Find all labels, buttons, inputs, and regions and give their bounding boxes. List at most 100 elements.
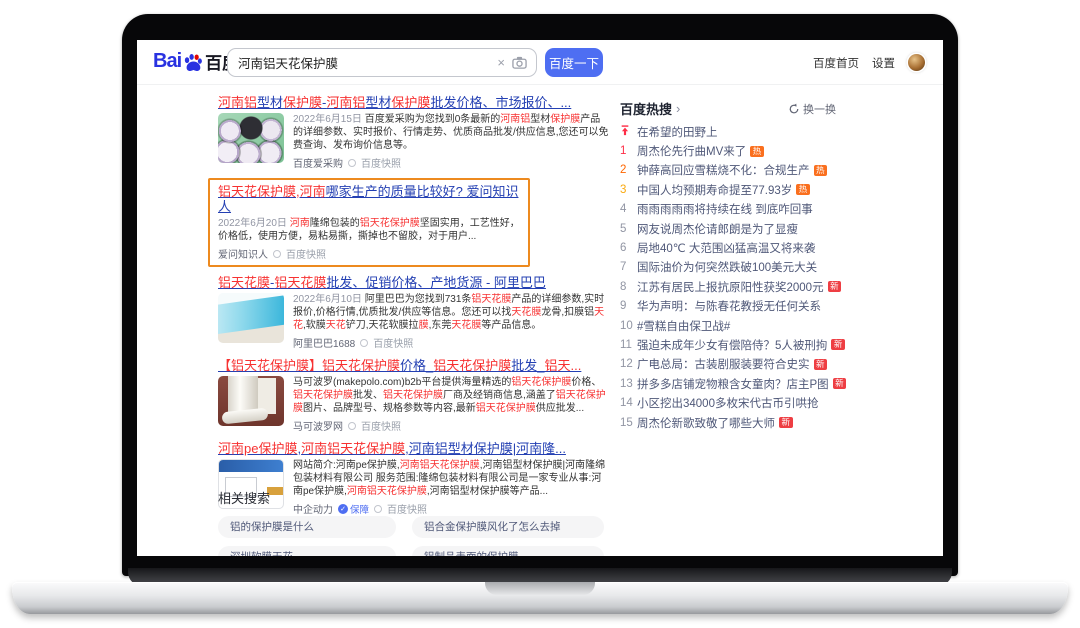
- hot-rank: 11: [620, 339, 637, 351]
- related-search-pill[interactable]: 铝制品表面的保护膜: [412, 546, 604, 556]
- hot-search-item[interactable]: 1周杰伦先行曲MV来了热: [620, 141, 870, 160]
- related-searches-section: 相关搜索 铝的保护膜是什么铝合金保护膜风化了怎么去掉深圳软膜天花 铝制品表面的保护…: [218, 488, 618, 556]
- hot-search-item[interactable]: 8江苏有居民上报抗原阳性获奖2000元新: [620, 277, 870, 296]
- related-searches-grid: 铝的保护膜是什么铝合金保护膜风化了怎么去掉深圳软膜天花 铝制品表面的保护膜: [218, 516, 618, 556]
- search-input[interactable]: 河南铝天花保护膜: [228, 53, 490, 72]
- hot-item-text: 华为声明：与陈春花教授无任何关系: [637, 298, 821, 314]
- related-search-pill[interactable]: 深圳软膜天花: [218, 546, 396, 556]
- result-title-link[interactable]: 铝天花保护膜,河南哪家生产的质量比较好? 爱问知识人: [218, 184, 520, 214]
- result-title-link[interactable]: 【铝天花保护膜】铝天花保护膜价格_铝天花保护膜批发_铝天...: [218, 358, 610, 373]
- result-body-row: 马可波罗(makepolo.com)b2b平台提供海量精选的铝天花保护膜价格、铝…: [218, 376, 610, 433]
- related-search-pill[interactable]: 铝的保护膜是什么: [218, 516, 396, 538]
- hot-rank: 2: [620, 164, 637, 176]
- result-source-row: 马可波罗网百度快照: [293, 418, 610, 433]
- result-thumbnail[interactable]: [218, 113, 284, 163]
- hot-item-text: 在希望的田野上: [637, 124, 718, 140]
- pinned-top-icon: [620, 125, 630, 136]
- hot-item-text: 局地40℃ 大范围凶猛高温又将来袭: [637, 240, 815, 256]
- result-source-label: 百度爱采购: [293, 155, 343, 170]
- logo-text-bai: Bai: [153, 50, 181, 73]
- snapshot-link[interactable]: 百度快照: [361, 155, 401, 170]
- refresh-icon: [788, 103, 800, 115]
- hot-search-item[interactable]: 14小区挖出34000多枚宋代古币引哄抢: [620, 393, 870, 412]
- hot-item-text: #雪糕自由保卫战#: [637, 318, 730, 334]
- hot-hot-badge: 热: [750, 146, 764, 157]
- hot-rank: 5: [620, 223, 637, 235]
- result-description: 2022年6月10日 阿里巴巴为您找到731条铝天花膜产品的详细参数,实时报价,…: [293, 293, 610, 332]
- hot-item-text: 强迫未成年少女有偿陪侍？5人被刑拘: [637, 337, 827, 353]
- hot-search-item[interactable]: 12广电总局：古装剧服装要符合史实新: [620, 355, 870, 374]
- hot-rank: [620, 125, 637, 139]
- snapshot-link[interactable]: 百度快照: [373, 335, 413, 350]
- result-body: 2022年6月15日 百度爱采购为您找到0条最新的河南铝型材保护膜产品的详细参数…: [293, 113, 610, 170]
- hot-rank: 6: [620, 242, 637, 254]
- hot-rank: 7: [620, 261, 637, 273]
- search-button[interactable]: 百度一下: [545, 48, 603, 77]
- nav-settings[interactable]: 设置: [872, 55, 895, 71]
- hot-search-item[interactable]: 10#雪糕自由保卫战#: [620, 316, 870, 335]
- refresh-hot-search-button[interactable]: 换一换: [788, 101, 836, 117]
- hot-rank: 1: [620, 145, 637, 157]
- hot-search-item[interactable]: 4雨雨雨雨雨将持续在线 到底咋回事: [620, 200, 870, 219]
- laptop-base: [12, 582, 1068, 614]
- hot-item-text: 广电总局：古装剧服装要符合史实: [637, 356, 810, 372]
- hot-rank: 3: [620, 184, 637, 196]
- hot-search-item[interactable]: 15周杰伦新歌致敬了哪些大师新: [620, 413, 870, 432]
- hot-search-item[interactable]: 3中国人均预期寿命提至77.93岁热: [620, 180, 870, 199]
- hot-search-item[interactable]: 在希望的田野上: [620, 122, 870, 141]
- result-title-link[interactable]: 铝天花膜-铝天花膜批发、促销价格、产地货源 - 阿里巴巴: [218, 275, 610, 290]
- hot-hot-badge: 热: [796, 184, 810, 195]
- search-box[interactable]: 河南铝天花保护膜 ×: [227, 48, 537, 77]
- hot-search-item[interactable]: 2钟薛高回应雪糕烧不化：合规生产热: [620, 161, 870, 180]
- user-avatar[interactable]: [908, 54, 925, 71]
- snapshot-link[interactable]: 百度快照: [286, 246, 326, 261]
- hot-item-text: 拼多多店铺宠物粮含女童肉？店主P图: [637, 376, 829, 392]
- result-date: 2022年6月10日: [293, 294, 365, 305]
- result-title-link[interactable]: 河南铝型材保护膜-河南铝型材保护膜批发价格、市场报价、...: [218, 95, 610, 110]
- hot-search-item[interactable]: 13拼多多店铺宠物粮含女童肉？店主P图新: [620, 374, 870, 393]
- nav-baidu-home[interactable]: 百度首页: [813, 55, 859, 71]
- snapshot-separator-icon: [360, 339, 368, 347]
- result-description: 马可波罗(makepolo.com)b2b平台提供海量精选的铝天花保护膜价格、铝…: [293, 376, 610, 415]
- hot-rank: 10: [620, 320, 637, 332]
- result-thumbnail[interactable]: [218, 293, 284, 343]
- hot-rank: 12: [620, 358, 637, 370]
- result-body: 2022年6月10日 阿里巴巴为您找到731条铝天花膜产品的详细参数,实时报价,…: [293, 293, 610, 350]
- clear-search-icon[interactable]: ×: [490, 55, 512, 70]
- result-source-row: 阿里巴巴1688百度快照: [293, 335, 610, 350]
- hot-search-panel: 百度热搜 › 换一换 在希望的田野上1周杰伦先行曲MV来了热2钟薛高回应雪糕烧不…: [620, 100, 870, 432]
- result-body: 马可波罗(makepolo.com)b2b平台提供海量精选的铝天花保护膜价格、铝…: [293, 376, 610, 433]
- hot-item-text: 中国人均预期寿命提至77.93岁: [637, 182, 792, 198]
- hot-search-item[interactable]: 6局地40℃ 大范围凶猛高温又将来袭: [620, 238, 870, 257]
- result-title-link[interactable]: 河南pe保护膜,河南铝天花保护膜,河南铝型材保护膜|河南隆...: [218, 441, 610, 456]
- result-date: 2022年6月15日: [293, 114, 365, 125]
- result-source-label: 爱问知识人: [218, 246, 268, 261]
- hot-search-item[interactable]: 11强迫未成年少女有偿陪侍？5人被刑拘新: [620, 335, 870, 354]
- result-source-row: 爱问知识人 百度快照: [218, 246, 520, 261]
- hot-item-text: 网友说周杰伦请郎朗是为了显瘦: [637, 221, 798, 237]
- hot-search-item[interactable]: 9华为声明：与陈春花教授无任何关系: [620, 297, 870, 316]
- result-body: 2022年6月20日 河南隆绵包装的铝天花保护膜坚固实用，工艺性好，价格低，使用…: [218, 217, 520, 261]
- hot-new-badge: 新: [814, 359, 828, 370]
- result-description: 2022年6月20日 河南隆绵包装的铝天花保护膜坚固实用，工艺性好，价格低，使用…: [218, 217, 520, 243]
- result-body-row: 2022年6月20日 河南隆绵包装的铝天花保护膜坚固实用，工艺性好，价格低，使用…: [218, 217, 520, 261]
- search-result: 铝天花膜-铝天花膜批发、促销价格、产地货源 - 阿里巴巴 2022年6月10日 阿…: [218, 275, 610, 350]
- hot-search-item[interactable]: 7国际油价为何突然跌破100美元大关: [620, 258, 870, 277]
- hot-search-title[interactable]: 百度热搜: [620, 99, 672, 118]
- related-searches-title: 相关搜索: [218, 488, 618, 507]
- search-results-column: 河南铝型材保护膜-河南铝型材保护膜批发价格、市场报价、... 2022年6月15日…: [218, 95, 610, 524]
- annotation-highlight-box: 铝天花保护膜,河南哪家生产的质量比较好? 爱问知识人 2022年6月20日 河南隆…: [208, 178, 530, 267]
- hot-new-badge: 新: [828, 281, 842, 292]
- result-thumbnail[interactable]: [218, 376, 284, 426]
- related-search-pill[interactable]: 铝合金保护膜风化了怎么去掉: [412, 516, 604, 538]
- snapshot-separator-icon: [273, 250, 281, 258]
- hot-item-text: 国际油价为何突然跌破100美元大关: [637, 259, 817, 275]
- hot-item-text: 雨雨雨雨雨将持续在线 到底咋回事: [637, 201, 813, 217]
- chevron-right-icon: ›: [676, 101, 680, 116]
- snapshot-separator-icon: [348, 422, 356, 430]
- snapshot-link[interactable]: 百度快照: [361, 418, 401, 433]
- hot-search-list: 在希望的田野上1周杰伦先行曲MV来了热2钟薛高回应雪糕烧不化：合规生产热3中国人…: [620, 122, 870, 432]
- camera-search-icon[interactable]: [512, 55, 527, 70]
- hot-search-item[interactable]: 5网友说周杰伦请郎朗是为了显瘦: [620, 219, 870, 238]
- hot-rank: 14: [620, 397, 637, 409]
